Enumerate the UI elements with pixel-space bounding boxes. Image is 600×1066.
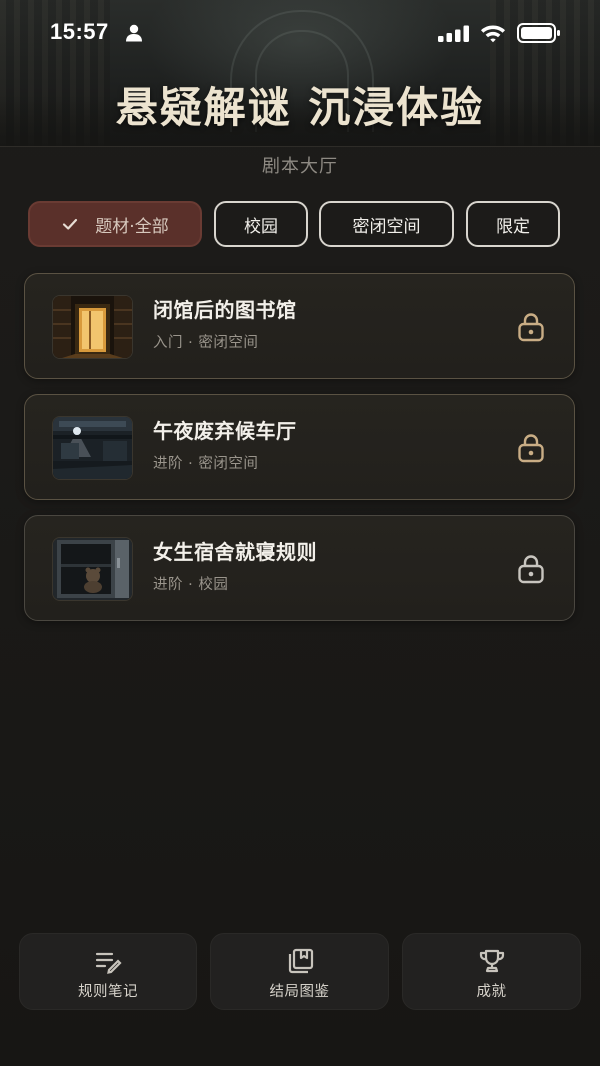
person-icon	[126, 24, 142, 42]
trophy-icon	[479, 949, 504, 973]
abandoned-station-thumbnail	[52, 416, 133, 480]
hall-subtitle: 剧本大厅	[262, 156, 338, 177]
dorm-locker-thumbnail	[52, 537, 133, 601]
filter-chip-label: 密闭空间	[352, 216, 421, 237]
filter-chip-label: 限定	[496, 216, 530, 237]
nav-achievements[interactable]: 成就	[402, 933, 581, 1010]
nav-rules-notes[interactable]: 规则笔记	[19, 933, 197, 1010]
cellular-signal-icon	[438, 25, 469, 42]
story-title: 午夜废弃候车厅	[153, 419, 297, 443]
filter-chip-label: 校园	[244, 216, 278, 237]
battery-icon	[517, 23, 560, 43]
filter-chip-limited[interactable]: 限定	[466, 201, 560, 247]
library-door-thumbnail	[52, 295, 133, 359]
story-meta: 进阶 · 密闭空间	[153, 456, 259, 472]
wifi-icon	[481, 25, 505, 43]
filter-chip-campus[interactable]: 校园	[214, 201, 308, 247]
nav-endings-gallery[interactable]: 结局图鉴	[210, 933, 389, 1010]
story-card[interactable]: 闭馆后的图书馆 入门 · 密闭空间	[24, 273, 575, 379]
nav-label: 结局图鉴	[269, 984, 330, 1000]
story-card[interactable]: 午夜废弃候车厅 进阶 · 密闭空间	[24, 394, 575, 500]
story-card[interactable]: 女生宿舍就寝规则 进阶 · 校园	[24, 515, 575, 621]
nav-label: 规则笔记	[78, 984, 138, 1000]
filter-chip-label: 题材·全部	[95, 216, 169, 237]
hero-title: 悬疑解谜 沉浸体验	[115, 83, 485, 132]
story-meta: 入门 · 密闭空间	[153, 335, 259, 351]
story-meta: 进阶 · 校园	[153, 577, 229, 593]
status-bar: 15:57	[0, 0, 600, 64]
filter-chip-closed-space[interactable]: 密闭空间	[319, 201, 454, 247]
story-title: 女生宿舍就寝规则	[153, 540, 317, 564]
nav-label: 成就	[476, 984, 507, 1000]
check-icon	[63, 218, 78, 230]
story-title: 闭馆后的图书馆	[153, 298, 297, 322]
lock-icon	[518, 434, 544, 463]
notes-pen-icon	[95, 952, 122, 974]
lock-icon	[518, 555, 544, 584]
lock-icon	[518, 313, 544, 342]
filter-chip-all[interactable]: 题材·全部	[28, 201, 202, 247]
book-stack-icon	[288, 948, 313, 974]
status-time: 15:57	[50, 19, 109, 44]
